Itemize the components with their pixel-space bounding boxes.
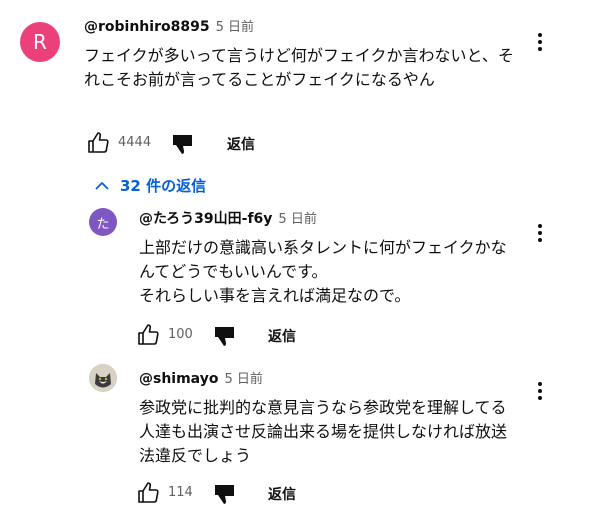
dislike-button[interactable] [212,482,236,506]
replies-toggle[interactable]: 32 件の返信 [94,175,206,196]
chevron-up-icon [95,181,109,190]
author-name[interactable]: @robinhiro8895 [84,19,210,35]
comment-time[interactable]: 5 日前 [216,20,254,35]
dislike-button[interactable] [170,132,194,156]
thumbs-down-icon [173,135,192,154]
avatar[interactable]: R [20,22,60,62]
reply-button[interactable]: 返信 [268,326,296,346]
avatar[interactable]: た [89,208,117,236]
like-button[interactable] [136,323,160,347]
like-count: 100 [168,327,193,342]
reply-author[interactable]: @shimayo 5 日前 [139,368,263,387]
like-count: 4444 [118,135,152,150]
like-button[interactable] [86,131,110,155]
reply-text: 上部だけの意識高い系タレントに何がフェイクかなんてどうでもいいんです。 それらし… [139,238,507,305]
thumbs-up-icon [88,132,109,153]
comment-author[interactable]: @robinhiro8895 5 日前 [84,16,254,35]
thumbs-down-icon [215,327,234,346]
comment-text: フェイクが多いって言うけど何がフェイクか言わないと、それこそお前が言ってることが… [84,46,514,89]
author-name[interactable]: @shimayo [139,371,218,387]
like-button[interactable] [136,481,160,505]
reply-button[interactable]: 返信 [227,134,255,154]
like-count: 114 [168,485,193,500]
replies-count-label: 32 件の返信 [120,177,207,195]
reply-button[interactable]: 返信 [268,484,296,504]
reply-time[interactable]: 5 日前 [224,372,262,387]
thumbs-up-icon [138,482,159,503]
reply-text: 参政党に批判的な意見言うなら参政党を理解してる人達も出演させ反論出来る場を提供し… [139,398,508,465]
cat-photo-icon [89,364,117,392]
reply-author[interactable]: @たろう39山田-f6y 5 日前 [139,208,317,228]
more-actions-icon[interactable] [528,30,552,54]
dislike-button[interactable] [212,324,236,348]
avatar[interactable] [89,364,117,392]
more-actions-icon[interactable] [528,379,552,403]
author-name[interactable]: @たろう39山田-f6y [139,211,272,227]
avatar-letter: た [96,216,110,232]
more-actions-icon[interactable] [528,221,552,245]
reply-time[interactable]: 5 日前 [278,212,316,227]
thumbs-down-icon [215,485,234,504]
avatar-letter: R [33,30,47,54]
thumbs-up-icon [138,324,159,345]
